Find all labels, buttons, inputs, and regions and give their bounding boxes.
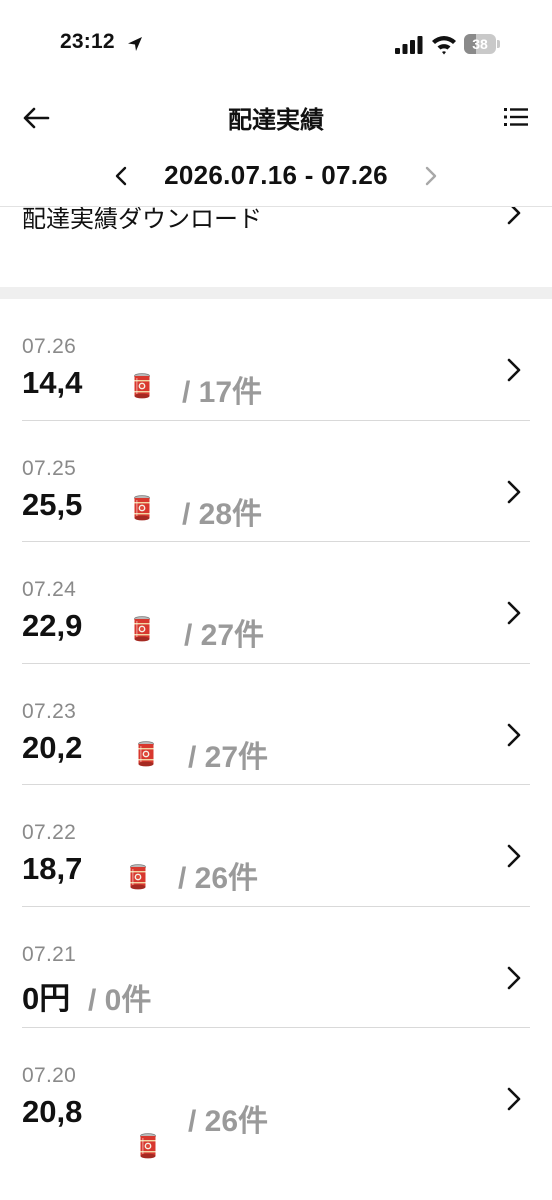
download-label: 配達実績ダウンロード <box>22 207 262 233</box>
record-date: 07.23 <box>22 699 77 723</box>
cellular-signal-icon <box>395 36 423 54</box>
record-count: / 27件 <box>184 619 265 652</box>
record-row[interactable]: 07.21 0円 / 0件 <box>0 907 552 1028</box>
record-count: / 0件 <box>88 983 152 1017</box>
record-date: 07.26 <box>22 335 77 358</box>
record-count: / 28件 <box>182 497 263 531</box>
record-amount: 0円 <box>22 980 71 1016</box>
battery-level: 38 <box>472 36 488 52</box>
record-count: / 17件 <box>182 376 263 409</box>
chevron-right-icon <box>507 480 521 503</box>
download-section: 配達実績ダウンロード <box>0 207 552 287</box>
wifi-icon <box>432 36 456 55</box>
chevron-right-icon <box>507 1087 521 1111</box>
chevron-right-icon[interactable] <box>418 162 444 190</box>
record-date: 07.20 <box>22 1064 77 1087</box>
list-icon[interactable] <box>502 104 530 130</box>
tomato-can-icon <box>137 741 155 767</box>
tomato-can-icon <box>133 495 151 521</box>
record-count: / 26件 <box>188 1105 269 1138</box>
record-amount: 20,8 <box>22 1094 83 1129</box>
record-count: / 26件 <box>178 862 259 895</box>
record-amount: 25,5 <box>22 486 83 522</box>
location-arrow-icon <box>128 37 142 51</box>
record-count: / 27件 <box>188 740 269 774</box>
record-row[interactable]: 07.26 14,4 / 17件 <box>0 299 552 421</box>
record-date: 07.24 <box>22 578 77 601</box>
record-row[interactable]: 07.20 20,8 / 26件 <box>0 1028 552 1150</box>
chevron-right-icon <box>507 207 521 225</box>
record-amount: 22,9 <box>22 608 83 643</box>
record-row[interactable]: 07.25 25,5 / 28件 <box>0 421 552 542</box>
record-row[interactable]: 07.22 18,7 / 26件 <box>0 785 552 907</box>
record-amount: 18,7 <box>22 851 83 886</box>
status-bar: 23:12 38 <box>0 0 552 90</box>
download-row[interactable]: 配達実績ダウンロード <box>0 207 552 247</box>
status-time: 23:12 <box>60 30 115 53</box>
record-amount: 20,2 <box>22 729 83 765</box>
record-row[interactable]: 07.23 20,2 / 27件 <box>0 664 552 785</box>
date-range-label: 2026.07.16 - 07.26 <box>164 160 388 190</box>
section-separator <box>0 287 552 299</box>
battery-icon: 38 <box>464 34 500 54</box>
record-date: 07.22 <box>22 821 77 844</box>
page-title: 配達実績 <box>228 107 324 134</box>
date-range-navigator: 2026.07.16 - 07.26 <box>0 150 552 202</box>
chevron-right-icon <box>507 358 521 382</box>
chevron-right-icon <box>507 844 521 868</box>
chevron-right-icon <box>507 601 521 625</box>
record-date: 07.25 <box>22 456 77 480</box>
record-list: 07.26 14,4 / 17件 07.25 25,5 / 28件 07.24 … <box>0 299 552 1150</box>
tomato-can-icon <box>133 616 151 642</box>
tomato-can-icon <box>133 373 151 399</box>
record-row[interactable]: 07.24 22,9 / 27件 <box>0 542 552 664</box>
tomato-can-icon <box>139 1133 157 1159</box>
record-amount: 14,4 <box>22 365 83 400</box>
chevron-right-icon <box>507 966 521 989</box>
app-header: 配達実績 <box>0 90 552 146</box>
chevron-right-icon <box>507 723 521 746</box>
tomato-can-icon <box>129 864 147 890</box>
record-date: 07.21 <box>22 942 77 966</box>
